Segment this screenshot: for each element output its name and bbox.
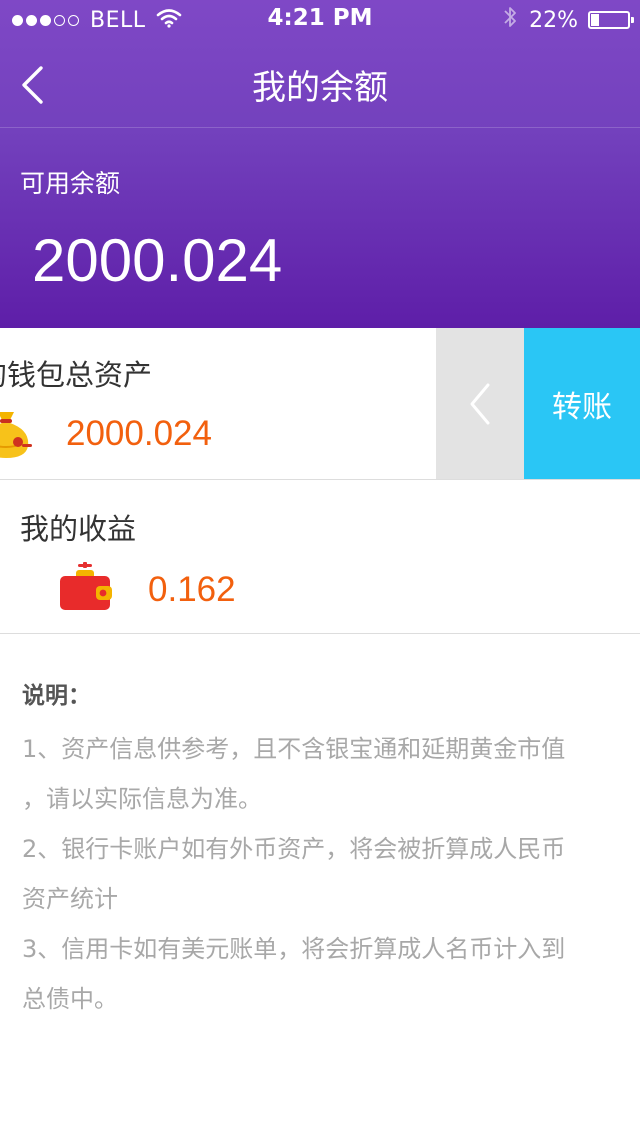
- page-title: 我的余额: [252, 68, 388, 108]
- note-line: 1、资产信息供参考，且不含银宝通和延期黄金市值: [22, 735, 566, 763]
- transfer-button[interactable]: 转账: [524, 328, 640, 479]
- notes-title: 说明：: [22, 683, 91, 709]
- available-balance-label: 可用余额: [20, 169, 121, 198]
- earnings-row[interactable]: 我的收益 0.162: [0, 480, 640, 634]
- balance-screen: BELL 4:21 PM 22% 我的余额 可用余额 2000.024 钱包总资…: [0, 0, 640, 1136]
- available-balance-value: 2000.024: [32, 227, 283, 294]
- nav-bar: 我的余额: [0, 40, 640, 128]
- header-area: BELL 4:21 PM 22% 我的余额 可用余额 2000.024: [0, 0, 640, 328]
- battery-level: [591, 14, 599, 26]
- earnings-value: 0.162: [148, 570, 236, 609]
- note-line: 3、信用卡如有美元账单，将会折算成人名币计入到: [22, 935, 566, 963]
- note-line: 资产统计: [22, 885, 118, 913]
- bluetooth-icon: [503, 5, 517, 35]
- note-line: 2、银行卡账户如有外币资产，将会被折算成人民币: [22, 835, 566, 863]
- wallet-total-value: 2000.024: [66, 414, 212, 453]
- money-bag-icon: [0, 404, 34, 460]
- earnings-label: 我的收益: [20, 512, 137, 546]
- battery-icon: [588, 11, 634, 29]
- wallet-row-content: 的钱包总资产 2000.024: [0, 328, 436, 479]
- chevron-left-icon: [470, 383, 490, 425]
- note-line: 总债中。: [22, 985, 118, 1013]
- note-line: ，请以实际信息为准。: [22, 785, 262, 813]
- status-right: 22%: [503, 5, 634, 35]
- notes-section: 说明： 1、资产信息供参考，且不含银宝通和延期黄金市值 ，请以实际信息为准。 2…: [22, 676, 628, 1024]
- battery-percent: 22%: [529, 7, 578, 33]
- status-bar: BELL 4:21 PM 22%: [0, 0, 640, 40]
- collapse-actions-button[interactable]: [436, 328, 524, 479]
- wallet-total-label: 的钱包总资产: [0, 358, 153, 392]
- red-purse-icon: [58, 562, 114, 612]
- wallet-total-row[interactable]: 的钱包总资产 2000.024 转账: [0, 328, 640, 480]
